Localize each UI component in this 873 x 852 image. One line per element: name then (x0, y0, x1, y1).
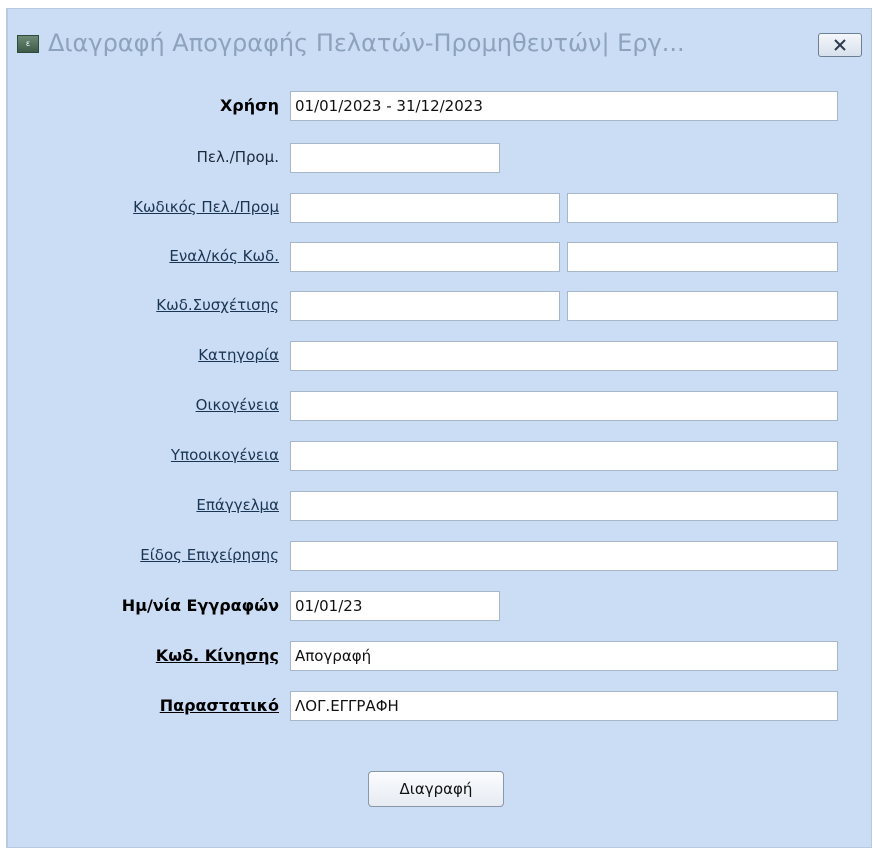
app-icon: ε (17, 35, 39, 53)
row-kod-kinisis: Κωδ. Κίνησης Απογραφή (8, 641, 871, 671)
row-parastatiko: Παραστατικό ΛΟΓ.ΕΓΓΡΑΦΗ (8, 691, 871, 721)
close-icon (834, 39, 846, 51)
delete-button[interactable]: Διαγραφή (368, 771, 504, 807)
label-katigoria-link[interactable]: Κατηγορία (198, 346, 279, 364)
label-kod-kinisis-link[interactable]: Κωδ. Κίνησης (156, 646, 279, 665)
row-ypooikogeneia: Υποοικογένεια (8, 441, 871, 471)
row-xrisi: Χρήση 01/01/2023 - 31/12/2023 (8, 91, 871, 121)
row-pel-prom: Πελ./Προμ. (8, 143, 871, 173)
kod-sysx-to-input[interactable] (567, 291, 838, 321)
ypooikogeneia-input[interactable] (290, 441, 838, 471)
parastatiko-input[interactable]: ΛΟΓ.ΕΓΓΡΑΦΗ (290, 691, 838, 721)
label-epaggelma-link[interactable]: Επάγγελμα (196, 496, 279, 514)
dialog-window: ε Διαγραφή Απογραφής Πελατών-Προμηθευτών… (6, 8, 872, 848)
label-eidos-link[interactable]: Είδος Επιχείρησης (140, 546, 279, 564)
label-enal-kod-link[interactable]: Εναλ/κός Κωδ. (169, 247, 279, 265)
label-parastatiko-link[interactable]: Παραστατικό (160, 696, 279, 715)
label-oikogeneia-link[interactable]: Οικογένεια (196, 396, 279, 414)
kodikos-to-input[interactable] (567, 193, 838, 223)
oikogeneia-input[interactable] (290, 391, 838, 421)
label-xrisi: Χρήση (219, 96, 279, 115)
kod-sysx-from-input[interactable] (290, 291, 560, 321)
eidos-input[interactable] (290, 541, 838, 571)
katigoria-input[interactable] (290, 341, 838, 371)
epaggelma-input[interactable] (290, 491, 838, 521)
label-kodikos-link[interactable]: Κωδικός Πελ./Προμ (133, 198, 279, 216)
row-imnia: Ημ/νία Εγγραφών 01/01/23 (8, 591, 871, 621)
row-oikogeneia: Οικογένεια (8, 391, 871, 421)
row-kod-sysx: Κωδ.Συσχέτισης (8, 291, 871, 321)
imnia-input[interactable]: 01/01/23 (290, 591, 500, 621)
kodikos-from-input[interactable] (290, 193, 560, 223)
kod-kinisis-input[interactable]: Απογραφή (290, 641, 838, 671)
enal-kod-to-input[interactable] (567, 242, 838, 272)
window-title: Διαγραφή Απογραφής Πελατών-Προμηθευτών| … (48, 29, 685, 57)
xrisi-input[interactable]: 01/01/2023 - 31/12/2023 (290, 91, 838, 121)
label-ypooikogeneia-link[interactable]: Υποοικογένεια (171, 446, 279, 464)
label-pel-prom: Πελ./Προμ. (196, 148, 279, 166)
row-katigoria: Κατηγορία (8, 341, 871, 371)
label-kod-sysx-link[interactable]: Κωδ.Συσχέτισης (156, 296, 279, 314)
row-eidos: Είδος Επιχείρησης (8, 541, 871, 571)
close-button[interactable] (818, 33, 862, 57)
label-imnia: Ημ/νία Εγγραφών (121, 596, 279, 615)
row-epaggelma: Επάγγελμα (8, 491, 871, 521)
title-bar[interactable]: ε Διαγραφή Απογραφής Πελατών-Προμηθευτών… (8, 9, 871, 79)
row-enal-kod: Εναλ/κός Κωδ. (8, 242, 871, 272)
pel-prom-input[interactable] (290, 143, 500, 173)
enal-kod-from-input[interactable] (290, 242, 560, 272)
row-kodikos: Κωδικός Πελ./Προμ (8, 193, 871, 223)
